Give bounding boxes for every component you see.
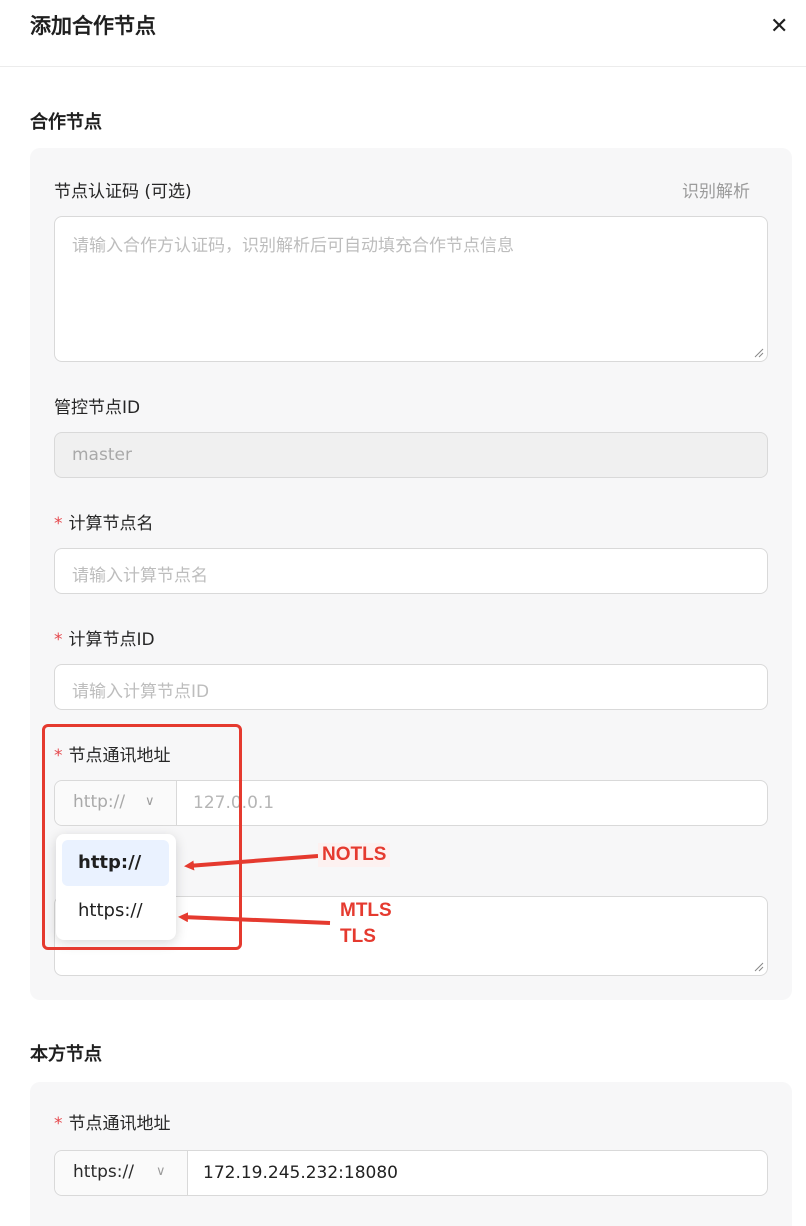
local-comm-address-label-text: 节点通讯地址 bbox=[68, 1114, 171, 1134]
annotation-tls: TLS bbox=[340, 926, 376, 947]
section-title-local: 本方节点 bbox=[30, 1044, 102, 1065]
annotation-mtls: MTLS bbox=[340, 900, 392, 921]
required-mark: * bbox=[54, 1114, 63, 1134]
local-comm-address-input[interactable]: https:// ∨ 172.19.245.232:18080 bbox=[54, 1150, 768, 1196]
local-protocol-select[interactable]: https:// ∨ bbox=[55, 1151, 188, 1195]
local-comm-address-label: * 节点通讯地址 bbox=[54, 1109, 171, 1134]
chevron-down-icon: ∨ bbox=[156, 1164, 166, 1179]
local-address-value: 172.19.245.232:18080 bbox=[203, 1163, 398, 1183]
arrow-to-http-icon bbox=[184, 854, 319, 871]
local-protocol-select-value: https:// bbox=[73, 1162, 134, 1182]
annotation-notls: NOTLS bbox=[318, 843, 391, 867]
arrow-to-https-icon bbox=[178, 912, 331, 925]
annotation-arrows bbox=[178, 854, 331, 925]
